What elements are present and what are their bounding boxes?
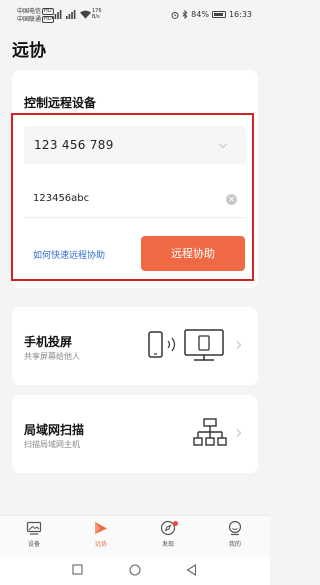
wifi-icon	[80, 10, 91, 19]
clock: 16:33	[228, 10, 252, 19]
carrier-info: 中国电信 HD 中国联通 HD	[17, 8, 54, 24]
back-icon[interactable]	[186, 564, 197, 576]
chevron-right-icon	[232, 340, 242, 350]
alarm-icon	[171, 11, 179, 19]
profile-icon	[228, 520, 242, 536]
tab-device[interactable]: 设备	[7, 520, 61, 548]
signal-icon	[66, 10, 76, 19]
tab-profile[interactable]: 我的	[208, 520, 262, 548]
feature-title: 局域网扫描	[24, 423, 85, 437]
tab-discover[interactable]: 发现	[141, 520, 195, 548]
battery-icon	[211, 11, 226, 18]
battery-percent: 84%	[191, 10, 209, 19]
recent-apps-icon[interactable]	[72, 564, 83, 575]
network-speed: 176 B/s	[92, 8, 102, 20]
home-icon[interactable]	[129, 564, 141, 576]
net-speed-unit: B/s	[92, 14, 100, 20]
bluetooth-icon	[182, 10, 188, 19]
carrier-2: 中国联通	[17, 16, 42, 23]
status-bar: 中国电信 HD 中国联通 HD 176 B/s 84% 16:33	[0, 0, 270, 30]
feature-subtitle: 共享屏幕给他人	[24, 352, 80, 361]
tab-label: 我的	[228, 541, 241, 548]
highlight-box	[11, 113, 254, 281]
notification-dot	[173, 521, 178, 526]
tab-remote-assist[interactable]: 远协	[74, 520, 128, 548]
tab-label: 发现	[161, 541, 174, 548]
phone-cast-icon	[148, 329, 224, 361]
system-nav-bar	[0, 557, 270, 585]
signal-icon	[52, 10, 62, 19]
lan-scan-card[interactable]: 局域网扫描 扫描局域网主机	[12, 395, 258, 473]
tab-label: 远协	[94, 541, 107, 548]
network-topology-icon	[193, 418, 227, 446]
feature-title: 手机投屏	[24, 335, 73, 349]
carrier-1: 中国电信	[17, 8, 42, 15]
chevron-right-icon	[232, 428, 242, 438]
feature-subtitle: 扫描局域网主机	[24, 440, 80, 449]
tab-label: 设备	[27, 541, 40, 548]
card-title: 控制远程设备	[24, 96, 97, 110]
tab-bar: 设备 远协 发现 我的	[0, 515, 270, 557]
remote-assist-icon	[95, 522, 107, 534]
screen-cast-card[interactable]: 手机投屏 共享屏幕给他人	[12, 307, 258, 385]
device-icon	[26, 521, 42, 535]
status-right: 84% 16:33	[171, 10, 252, 19]
page-title: 远协	[12, 41, 46, 61]
